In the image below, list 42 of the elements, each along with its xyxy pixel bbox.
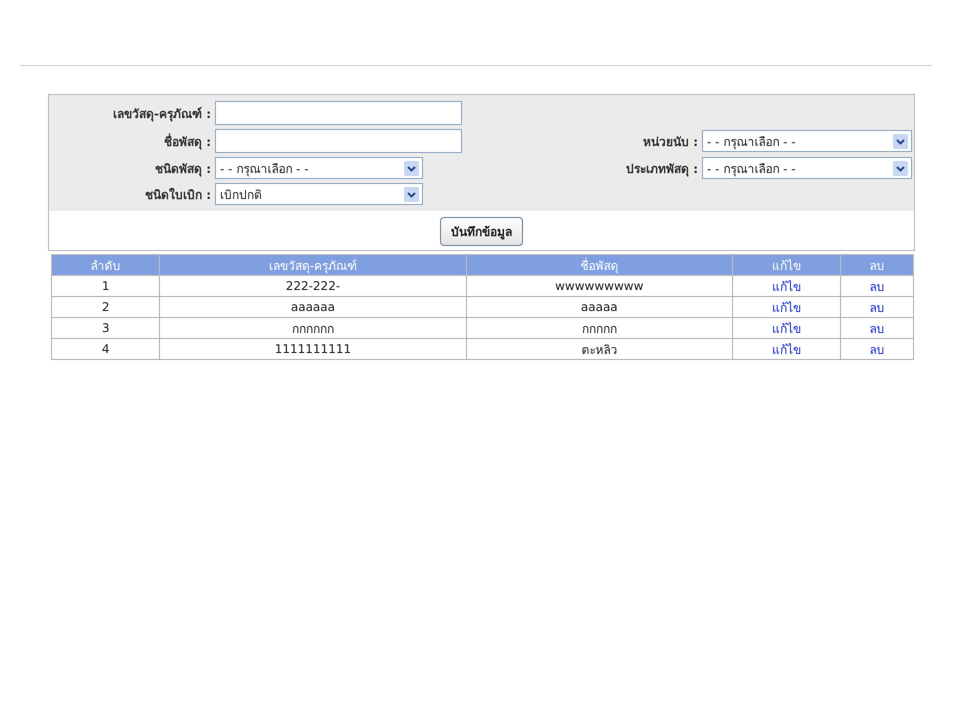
table-cell: 1111111111 (160, 338, 466, 360)
select-field[interactable]: - - กรุณาเลือก - - (702, 130, 912, 152)
chevron-down-icon (404, 160, 419, 176)
table-cell: 3 (52, 318, 160, 338)
column-header: ลบ (840, 254, 914, 276)
input-field[interactable] (215, 129, 462, 153)
column-header: เลขวัสดุ-ครุภัณฑ์ (160, 254, 466, 276)
field-label: ชนิดใบเบิก : (144, 186, 212, 204)
chevron-down-icon (893, 160, 908, 176)
column-header: ชื่อพัสดุ (466, 254, 733, 276)
chevron-down-icon (893, 134, 908, 148)
field-label: ประเภทพัสดุ : (625, 160, 699, 178)
edit-link[interactable]: แก้ไข (772, 322, 802, 336)
select-field[interactable]: เบิกปกติ (215, 183, 423, 205)
select-field[interactable]: - - กรุณาเลือก - - (702, 157, 912, 179)
table-cell: 2 (52, 296, 160, 318)
field-label: ชื่อพัสดุ : (163, 132, 212, 150)
table-cell: 4 (52, 338, 160, 360)
table-cell: 222-222- (160, 276, 466, 296)
table-cell: aaaaa (466, 296, 733, 318)
delete-link[interactable]: ลบ (870, 280, 885, 294)
table-cell: wwwwwwwww (466, 276, 733, 296)
table-cell: กกกกกก (160, 318, 466, 338)
delete-link[interactable]: ลบ (870, 300, 885, 314)
table-cell: กกกกก (466, 318, 733, 338)
column-header: แก้ไข (732, 254, 841, 276)
field-label: หน่วยนับ : (642, 134, 699, 150)
edit-link[interactable]: แก้ไข (772, 342, 802, 356)
field-label: ชนิดพัสดุ : (154, 160, 212, 178)
select-field[interactable]: - - กรุณาเลือก - - (215, 157, 423, 179)
column-header: ลำดับ (52, 254, 160, 276)
delete-link[interactable]: ลบ (870, 342, 885, 356)
field-label: เลขวัสดุ-ครุภัณฑ์ : (112, 106, 212, 122)
table-cell: ตะหลิว (466, 338, 733, 360)
chevron-down-icon (404, 186, 419, 202)
edit-link[interactable]: แก้ไข (772, 300, 802, 314)
edit-link[interactable]: แก้ไข (772, 280, 802, 294)
delete-link[interactable]: ลบ (870, 322, 885, 336)
table-cell: aaaaaa (160, 296, 466, 318)
table-cell: 1 (52, 276, 160, 296)
save-button[interactable]: บันทึกข้อมูล (440, 217, 523, 246)
input-field[interactable] (215, 101, 462, 125)
